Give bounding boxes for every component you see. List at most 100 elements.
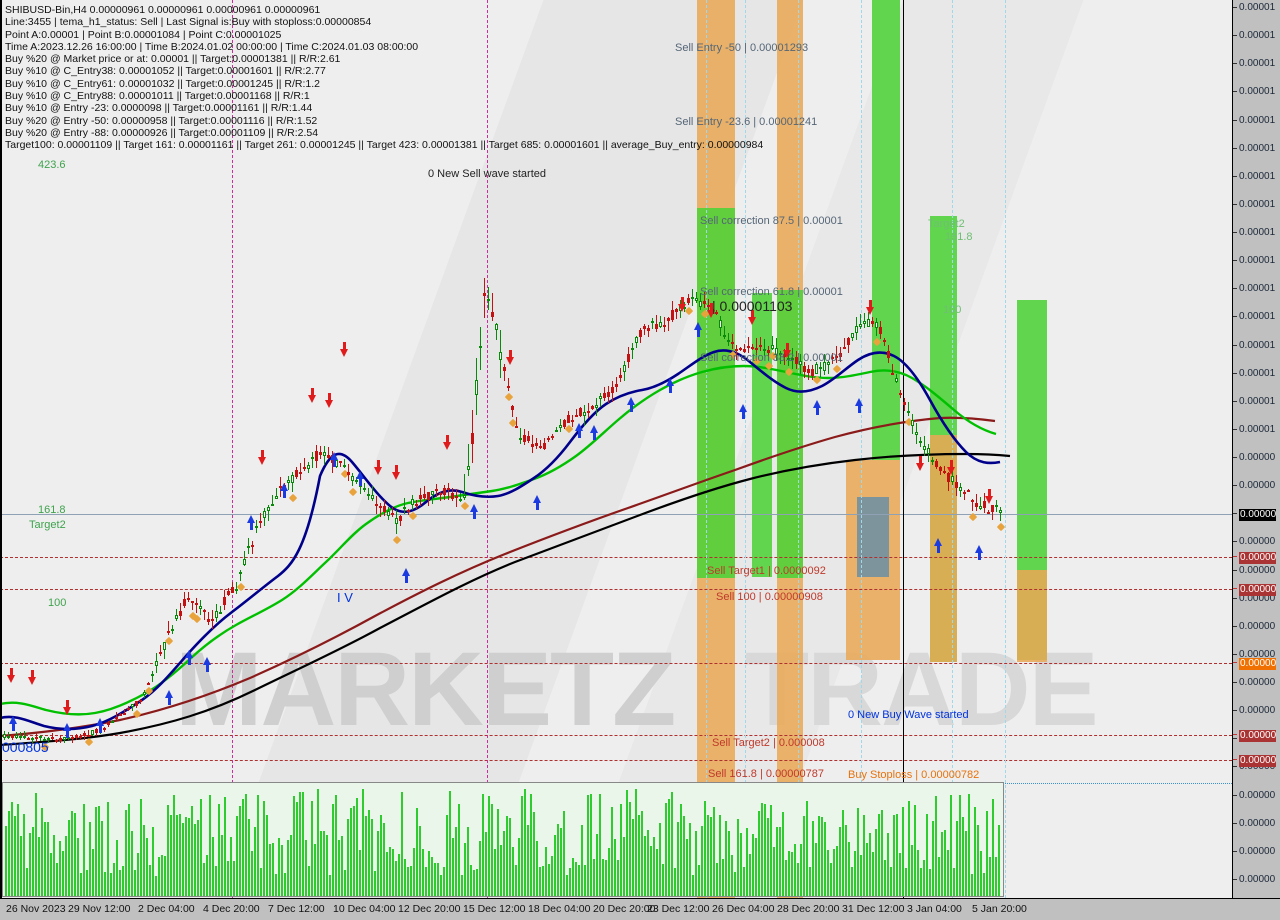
- candle-body: [155, 661, 158, 667]
- annotation-sell-target1: Sell Target1 | 0.0000092: [707, 565, 826, 577]
- indicator-bar: [881, 810, 883, 896]
- indicator-bar: [59, 841, 61, 896]
- indicator-bar: [680, 803, 682, 896]
- indicator-bar: [110, 872, 112, 896]
- candle-body: [215, 610, 218, 619]
- indicator-bar: [386, 851, 388, 896]
- candle-body: [999, 509, 1002, 513]
- indicator-bar: [482, 794, 484, 896]
- candle-body: [223, 596, 226, 606]
- candle-body: [459, 498, 462, 501]
- candle-body: [191, 600, 194, 603]
- candle-body: [635, 336, 638, 344]
- indicator-bar: [266, 815, 268, 896]
- indicator-bar: [926, 813, 928, 896]
- sell-signal-arrow: [392, 465, 401, 480]
- ma-green: [0, 364, 997, 716]
- indicator-bar: [875, 828, 877, 896]
- candle-body: [55, 739, 58, 742]
- candle-wick: [520, 428, 521, 445]
- indicator-bar: [476, 868, 478, 896]
- candle-wick: [168, 621, 169, 636]
- ma-black: [0, 452, 1011, 747]
- candle-body: [919, 441, 922, 444]
- info-line-2: Point A:0.00001 | Point B:0.00001084 | P…: [5, 28, 282, 41]
- indicator-bar: [629, 801, 631, 896]
- candle-body: [867, 318, 870, 327]
- indicator-bar: [845, 824, 847, 896]
- indicator-bar: [824, 822, 826, 896]
- candle-body: [455, 496, 458, 499]
- indicator-bar: [674, 867, 676, 896]
- indicator-bar: [305, 840, 307, 896]
- indicator-bar: [758, 811, 760, 896]
- indicator-bar: [215, 865, 217, 896]
- candle-body: [211, 619, 214, 622]
- candle-body: [747, 346, 750, 349]
- candle-body: [959, 487, 962, 492]
- indicator-bar: [350, 807, 352, 896]
- indicator-bar: [455, 827, 457, 896]
- candle-body: [935, 460, 938, 467]
- indicator-bar: [578, 865, 580, 896]
- indicator-bar: [722, 859, 724, 896]
- indicator-bar: [179, 813, 181, 896]
- candle-wick: [196, 597, 197, 614]
- indicator-bar: [656, 849, 658, 896]
- indicator-bar: [284, 873, 286, 896]
- indicator-bar: [692, 875, 694, 896]
- buy-signal-arrow: [165, 690, 174, 705]
- annotation-left-000805: 000805: [2, 739, 49, 755]
- indicator-bar: [599, 794, 601, 896]
- time-tick: 29 Nov 12:00: [68, 903, 131, 915]
- indicator-bar: [530, 794, 532, 896]
- indicator-bar: [332, 804, 334, 896]
- indicator-bar: [428, 851, 430, 896]
- buy-signal-arrow: [590, 425, 599, 440]
- info-line-11: Target100: 0.00001109 || Target 161: 0.0…: [5, 139, 764, 152]
- candle-body: [7, 736, 10, 739]
- price-axis[interactable]: 0.00001 0.00001 0.00001 0.00001 0.00001 0.000…: [1233, 0, 1280, 898]
- candle-body: [415, 503, 418, 506]
- info-line-1: Line:3455 | tema_h1_status: Sell | Last …: [5, 16, 372, 29]
- indicator-bar: [542, 866, 544, 896]
- time-axis[interactable]: 26 Nov 2023 29 Nov 12:00 2 Dec 04:00 4 Dec …: [0, 898, 1280, 920]
- candle-body: [951, 475, 954, 483]
- indicator-bar: [884, 860, 886, 896]
- candle-body: [899, 392, 902, 396]
- indicator-bar: [662, 863, 664, 896]
- candle-wick: [632, 343, 633, 359]
- indicator-bar: [773, 847, 775, 896]
- time-tick: 3 Jan 04:00: [907, 903, 962, 915]
- indicator-bar: [515, 864, 517, 896]
- candle-wick: [652, 317, 653, 329]
- indicator-bar: [143, 824, 145, 896]
- indicator-bar: [749, 853, 751, 896]
- buy-signal-arrow: [813, 400, 822, 415]
- annotation-left-1618: 161.8: [38, 504, 66, 516]
- indicator-bar: [743, 866, 745, 896]
- candle-body: [295, 470, 298, 477]
- indicator-bar: [11, 802, 13, 896]
- indicator-bar: [95, 806, 97, 896]
- indicator-bar: [458, 803, 460, 896]
- candle-body: [907, 411, 910, 414]
- candle-body: [119, 714, 122, 717]
- candle-body: [555, 429, 558, 432]
- candle-body: [391, 513, 394, 516]
- indicator-bar: [308, 865, 310, 896]
- indicator-bar: [746, 828, 748, 896]
- candle-body: [471, 432, 474, 444]
- indicator-bar: [329, 874, 331, 896]
- indicator-bar: [209, 794, 211, 896]
- indicator-bar: [953, 868, 955, 896]
- candle-wick: [908, 401, 909, 416]
- candle-body: [247, 545, 250, 549]
- indicator-bar: [785, 860, 787, 896]
- indicator-bar: [389, 846, 391, 896]
- indicator-subwindow: [2, 782, 1004, 897]
- indicator-bar: [398, 853, 400, 896]
- candle-body: [559, 425, 562, 429]
- candle-body: [587, 410, 590, 413]
- indicator-bar: [944, 829, 946, 896]
